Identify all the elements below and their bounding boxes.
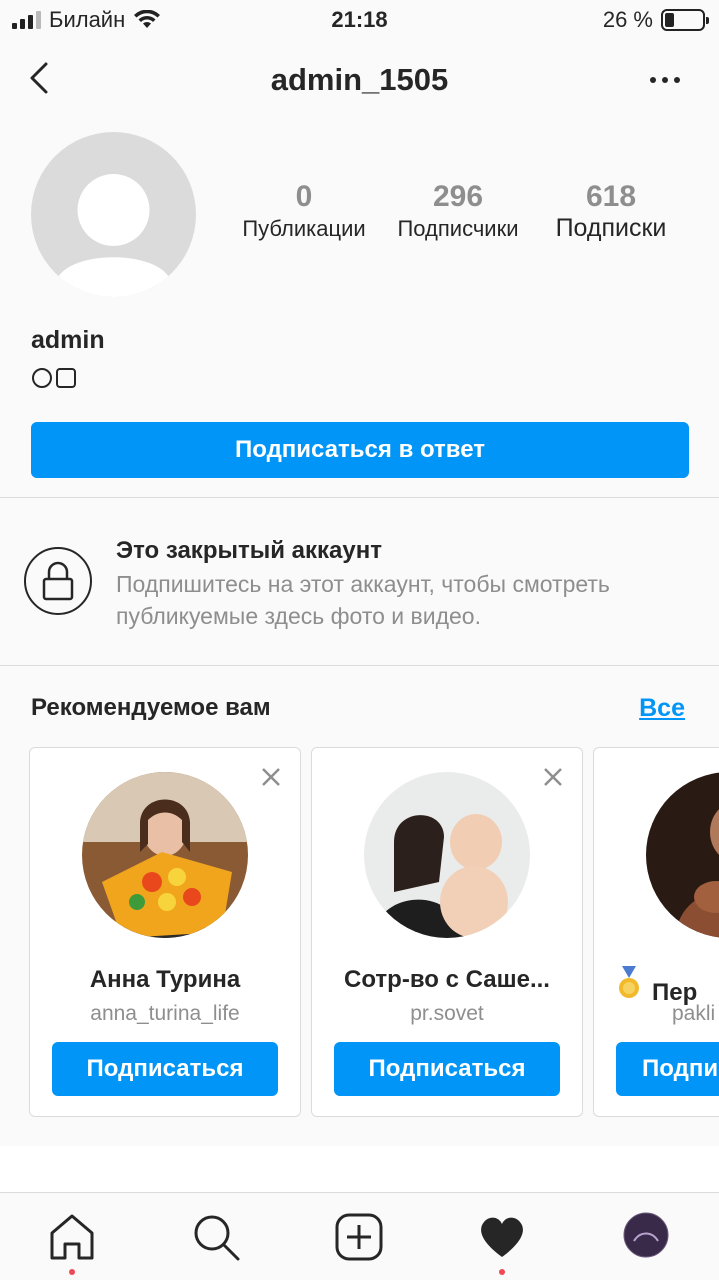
suggestion-name: Сотр-во с Саше... bbox=[344, 966, 550, 993]
circle-square-icon bbox=[32, 368, 76, 388]
suggestion-card: Сотр-во с Саше... pr.sovet Подписаться bbox=[311, 747, 583, 1117]
profile-avatar-placeholder bbox=[31, 132, 196, 297]
avatar-photo bbox=[82, 772, 248, 938]
bio-symbols: ○□ bbox=[31, 366, 81, 395]
avatar-photo bbox=[646, 772, 719, 938]
profile-display-name: admin bbox=[31, 326, 105, 354]
private-account-description: Подпишитесь на этот аккаунт, чтобы смотр… bbox=[116, 571, 610, 629]
follow-button[interactable]: Подписаться bbox=[52, 1042, 278, 1096]
suggestion-name: Анна Турина bbox=[89, 966, 241, 993]
stat-followers[interactable]: 296 Подписчики bbox=[380, 180, 536, 242]
bottom-tab-bar bbox=[0, 1192, 719, 1280]
suggestion-avatar[interactable] bbox=[82, 772, 248, 938]
follow-button[interactable]: Подписаться bbox=[334, 1042, 560, 1096]
stat-following[interactable]: 618 Подписки bbox=[536, 180, 686, 243]
spacer bbox=[0, 1146, 719, 1192]
suggestion-name: Пер bbox=[616, 966, 719, 1007]
lock-icon bbox=[24, 547, 92, 615]
suggestion-handle: anna_turina_life bbox=[90, 1002, 240, 1025]
suggestion-avatar[interactable] bbox=[364, 772, 530, 938]
see-all-link[interactable]: Все bbox=[639, 694, 685, 723]
suggestion-card: Пер pakli Подпи bbox=[593, 747, 719, 1117]
follow-back-button[interactable]: Подписаться в ответ bbox=[31, 422, 689, 478]
battery-icon bbox=[661, 9, 709, 31]
follow-button[interactable]: Подпи bbox=[616, 1042, 719, 1096]
avatar-photo bbox=[364, 772, 530, 938]
stat-posts[interactable]: 0 Публикации bbox=[228, 180, 380, 242]
close-icon[interactable] bbox=[260, 766, 282, 788]
divider bbox=[0, 665, 719, 666]
divider bbox=[0, 497, 719, 498]
notification-dot bbox=[499, 1269, 505, 1275]
profile-avatar[interactable] bbox=[622, 1211, 674, 1263]
suggestions-title: Рекомендуемое вам bbox=[31, 694, 271, 721]
activity-heart-icon[interactable] bbox=[476, 1211, 528, 1275]
close-icon[interactable] bbox=[542, 766, 564, 788]
page-title: admin_1505 bbox=[270, 62, 449, 97]
home-icon[interactable] bbox=[46, 1211, 98, 1275]
battery-percent: 26 % bbox=[602, 7, 653, 32]
search-icon[interactable] bbox=[190, 1211, 242, 1263]
suggestion-handle: pr.sovet bbox=[410, 1002, 484, 1025]
notification-dot bbox=[69, 1269, 75, 1275]
more-horizontal-icon[interactable] bbox=[645, 60, 685, 100]
suggestions-carousel[interactable]: Анна Турина anna_turina_life Подписаться… bbox=[29, 747, 719, 1117]
suggestion-handle: pakli bbox=[672, 1002, 716, 1025]
suggestion-card: Анна Турина anna_turina_life Подписаться bbox=[29, 747, 301, 1117]
private-account-title: Это закрытый аккаунт bbox=[116, 537, 382, 564]
default-user-icon bbox=[32, 133, 195, 297]
padlock-icon bbox=[42, 561, 74, 601]
medal-icon bbox=[616, 966, 652, 1007]
new-post-icon[interactable] bbox=[333, 1211, 385, 1263]
status-bar: Билайн 21:18 26 % bbox=[0, 0, 719, 40]
suggestion-avatar[interactable] bbox=[646, 772, 719, 938]
profile-header: admin_1505 bbox=[0, 48, 719, 108]
